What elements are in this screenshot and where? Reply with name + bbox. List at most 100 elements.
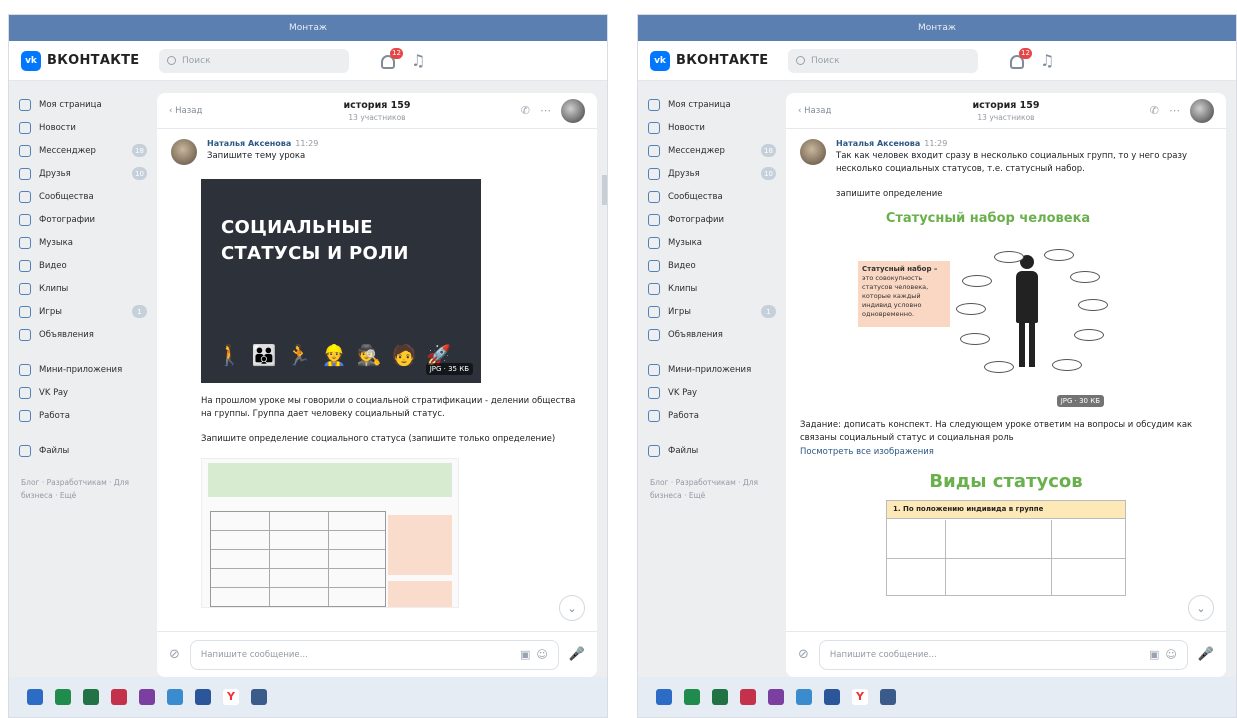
- footer-links[interactable]: Блог · Разработчикам · Для бизнеса · Ещё: [648, 476, 776, 502]
- document-image[interactable]: [201, 458, 459, 608]
- app-icon[interactable]: [768, 689, 784, 705]
- search-input[interactable]: Поиск: [159, 48, 349, 73]
- sidebar-item-video[interactable]: Видео: [648, 254, 776, 277]
- sidebar-item-communities[interactable]: Сообщества: [19, 185, 147, 208]
- sidebar-item-files[interactable]: Файлы: [648, 439, 776, 462]
- home-app-icon[interactable]: [656, 689, 672, 705]
- message-author[interactable]: Наталья Аксенова 11:29: [836, 139, 1212, 148]
- music-note-icon[interactable]: ♫: [411, 51, 425, 70]
- chat-members-count: 13 участников: [348, 112, 406, 122]
- sidebar-item-jobs[interactable]: Работа: [648, 404, 776, 427]
- notifications-bell-icon[interactable]: 12: [1008, 47, 1032, 70]
- excel-icon[interactable]: [83, 689, 99, 705]
- sidebar-item-mini-apps[interactable]: Мини-приложения: [648, 358, 776, 381]
- sidebar-item-files[interactable]: Файлы: [19, 439, 147, 462]
- emoji-icon[interactable]: ☺: [1165, 648, 1176, 661]
- sidebar-item-music[interactable]: Музыка: [648, 231, 776, 254]
- author-avatar[interactable]: [171, 139, 197, 165]
- chat-title-block[interactable]: история 159 13 участников: [888, 100, 1124, 122]
- app-icon[interactable]: [796, 689, 812, 705]
- sidebar-item-communities[interactable]: Сообщества: [648, 185, 776, 208]
- scroll-down-button[interactable]: ⌄: [559, 595, 585, 621]
- status-types-table-image[interactable]: 1. По положению индивида в группе: [886, 500, 1126, 596]
- excel-icon[interactable]: [712, 689, 728, 705]
- app-icon[interactable]: [55, 689, 71, 705]
- sidebar-item-my-page[interactable]: Моя страница: [19, 93, 147, 116]
- notifications-bell-icon[interactable]: 12: [379, 47, 403, 70]
- word-icon[interactable]: [824, 689, 840, 705]
- sidebar-item-clips[interactable]: Клипы: [19, 277, 147, 300]
- app-icon[interactable]: [684, 689, 700, 705]
- microphone-icon[interactable]: 🎤: [1198, 647, 1214, 662]
- chat-avatar[interactable]: [1190, 98, 1214, 123]
- communities-icon: [648, 190, 660, 203]
- sidebar-item-games[interactable]: Игры 1: [19, 300, 147, 323]
- status-set-image[interactable]: Статусный набор человека Статусный набор…: [838, 211, 1138, 411]
- friends-count-badge: 10: [761, 167, 776, 180]
- yandex-icon[interactable]: Y: [223, 689, 239, 705]
- scroll-down-button[interactable]: ⌄: [1188, 595, 1214, 621]
- sidebar-item-vk-pay[interactable]: VK Pay: [19, 381, 147, 404]
- sidebar-item-clips[interactable]: Клипы: [648, 277, 776, 300]
- sidebar-item-photos[interactable]: Фотографии: [19, 208, 147, 231]
- phone-icon[interactable]: ✆: [1150, 104, 1159, 117]
- vk-logo[interactable]: vk ВКОНТАКТЕ: [650, 50, 788, 71]
- more-icon[interactable]: ⋯: [1169, 104, 1180, 117]
- sidebar-item-my-page[interactable]: Моя страница: [648, 93, 776, 116]
- slide-image[interactable]: СОЦИАЛЬНЫЕ СТАТУСЫ И РОЛИ 🚶👪🏃👷🕵🧑🚀 JPG · …: [201, 179, 481, 383]
- search-placeholder: Поиск: [182, 55, 211, 66]
- sidebar-item-photos[interactable]: Фотографии: [648, 208, 776, 231]
- sidebar-item-friends[interactable]: Друзья 10: [648, 162, 776, 185]
- messenger-count-badge: 18: [761, 144, 776, 157]
- sidebar-item-news[interactable]: Новости: [19, 116, 147, 139]
- sidebar-item-ads[interactable]: Объявления: [19, 323, 147, 346]
- app-icon[interactable]: [740, 689, 756, 705]
- sidebar-item-music[interactable]: Музыка: [19, 231, 147, 254]
- attach-icon[interactable]: ⊘: [169, 647, 180, 662]
- sidebar-item-jobs[interactable]: Работа: [19, 404, 147, 427]
- emoji-icon[interactable]: ☺: [536, 648, 547, 661]
- phone-icon[interactable]: ✆: [521, 104, 530, 117]
- sidebar-item-mini-apps[interactable]: Мини-приложения: [19, 358, 147, 381]
- message-input[interactable]: Напишите сообщение... ▣ ☺: [818, 639, 1188, 670]
- attach-icon[interactable]: ⊘: [798, 647, 809, 662]
- author-avatar[interactable]: [800, 139, 826, 165]
- yandex-icon[interactable]: Y: [852, 689, 868, 705]
- view-all-images-link[interactable]: Посмотреть все изображения: [800, 447, 1212, 457]
- camera-icon[interactable]: ▣: [520, 648, 530, 661]
- more-icon[interactable]: ⋯: [540, 104, 551, 117]
- search-placeholder: Поиск: [811, 55, 840, 66]
- app-icon[interactable]: [251, 689, 267, 705]
- message: Наталья Аксенова 11:29 Так как человек вх…: [800, 139, 1212, 411]
- vk-logo[interactable]: vk ВКОНТАКТЕ: [21, 50, 159, 71]
- message-author[interactable]: Наталья Аксенова 11:29: [207, 139, 583, 148]
- sidebar-item-news[interactable]: Новости: [648, 116, 776, 139]
- sidebar-item-messenger[interactable]: Мессенджер 18: [19, 139, 147, 162]
- home-app-icon[interactable]: [27, 689, 43, 705]
- camera-icon[interactable]: ▣: [1149, 648, 1159, 661]
- sidebar-item-friends[interactable]: Друзья 10: [19, 162, 147, 185]
- music-note-icon[interactable]: ♫: [1040, 51, 1054, 70]
- status-bubble: [994, 251, 1024, 263]
- app-icon[interactable]: [167, 689, 183, 705]
- app-icon[interactable]: [139, 689, 155, 705]
- sidebar-item-ads[interactable]: Объявления: [648, 323, 776, 346]
- chat-avatar[interactable]: [561, 98, 585, 123]
- message-input[interactable]: Напишите сообщение... ▣ ☺: [189, 639, 559, 670]
- sidebar-item-games[interactable]: Игры 1: [648, 300, 776, 323]
- search-input[interactable]: Поиск: [788, 48, 978, 73]
- app-icon[interactable]: [880, 689, 896, 705]
- sidebar-item-vk-pay[interactable]: VK Pay: [648, 381, 776, 404]
- sidebar-item-video[interactable]: Видео: [19, 254, 147, 277]
- back-button[interactable]: ‹ Назад: [798, 106, 888, 116]
- back-button[interactable]: ‹ Назад: [169, 106, 259, 116]
- footer-links[interactable]: Блог · Разработчикам · Для бизнеса · Ещё: [19, 476, 147, 502]
- chat-title-block[interactable]: история 159 13 участников: [259, 100, 495, 122]
- microphone-icon[interactable]: 🎤: [569, 647, 585, 662]
- sidebar-item-messenger[interactable]: Мессенджер 18: [648, 139, 776, 162]
- app-icon[interactable]: [111, 689, 127, 705]
- message-text: Так как человек входит сразу в несколько…: [836, 151, 1187, 174]
- word-icon[interactable]: [195, 689, 211, 705]
- page-scrollbar[interactable]: [602, 175, 607, 205]
- communities-icon: [19, 190, 31, 203]
